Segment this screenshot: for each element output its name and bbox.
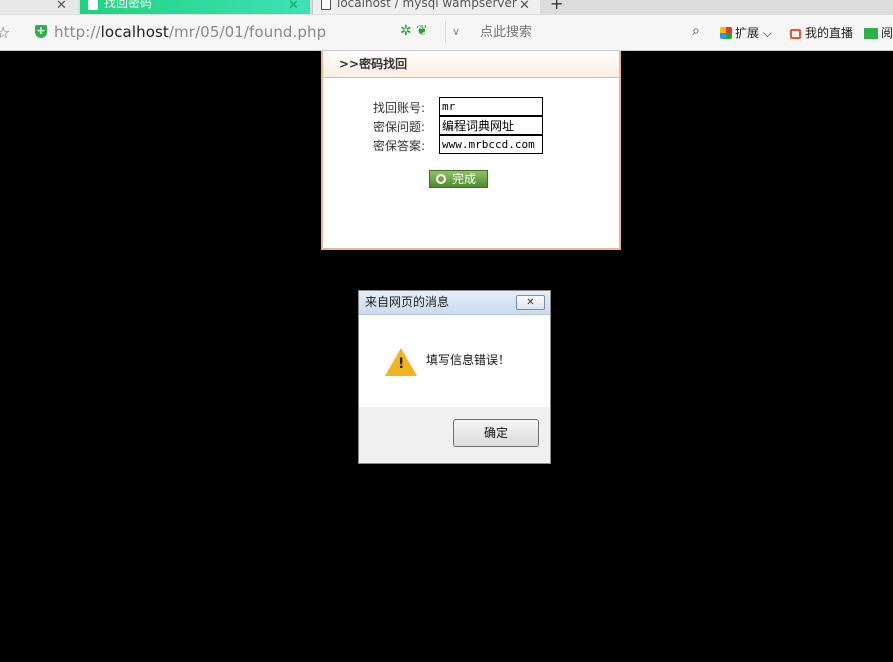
browser-toolbar: ☆ + http://localhost/mr/05/01/found.php … [0, 15, 893, 51]
extensions-label: 扩展 [735, 26, 760, 40]
question-label: 密保问题: [373, 120, 426, 134]
url-scheme: http:// [54, 23, 101, 41]
url-host: localhost [100, 23, 169, 41]
answer-label: 密保答案: [373, 139, 426, 153]
address-bar[interactable]: http://localhost/mr/05/01/found.php [54, 23, 326, 41]
live-label: 我的直播 [805, 26, 854, 40]
book-icon [864, 28, 878, 39]
dialog-body: ! 填写信息错误！ [359, 315, 550, 407]
close-icon[interactable]: ✕ [288, 0, 299, 14]
page-icon [321, 0, 331, 10]
warning-icon: ! [385, 348, 417, 376]
tab-phpmyadmin[interactable]: localhost / mysql wampserver ✕ [312, 0, 540, 14]
account-label: 找回账号: [373, 101, 426, 115]
submit-button[interactable]: 完成 [429, 170, 488, 188]
alert-dialog: 来自网页的消息 ✕ ! 填写信息错误！ 确定 [358, 290, 551, 464]
tab-title: localhost / mysql wampserver [337, 0, 517, 10]
search-input[interactable] [470, 21, 685, 43]
chevron-down-icon: ⌵ [762, 26, 772, 40]
new-tab-button[interactable]: + [550, 0, 563, 13]
extensions-button[interactable]: 扩展 ⌵ [720, 24, 772, 41]
circle-icon [436, 174, 446, 184]
reload-icon[interactable]: ✲ ❦ [400, 23, 428, 39]
tv-icon [790, 29, 801, 39]
extensions-icon [720, 27, 732, 39]
ok-button[interactable]: 确定 [453, 419, 539, 447]
answer-input[interactable] [439, 135, 543, 154]
chevron-down-icon[interactable]: ∨ [445, 21, 466, 43]
shield-icon[interactable]: + [35, 25, 47, 38]
tab-strip: ✕ 找回密码 ✕ localhost / mysql wampserver ✕ … [0, 0, 893, 15]
live-button[interactable]: 我的直播 [790, 24, 853, 41]
submit-label: 完成 [452, 172, 477, 186]
reader-label: 阅 [881, 26, 893, 40]
close-icon[interactable]: ✕ [519, 0, 530, 14]
dialog-message: 填写信息错误！ [426, 353, 511, 367]
tab-previous[interactable]: ✕ [0, 0, 78, 14]
tab-found-password[interactable]: 找回密码 ✕ [80, 0, 310, 14]
url-path: /mr/05/01/found.php [168, 23, 327, 41]
account-input[interactable] [439, 97, 543, 116]
question-input[interactable] [439, 116, 543, 135]
page-icon [88, 0, 98, 10]
reader-button[interactable]: 阅 [864, 24, 893, 41]
panel-title: >>密码找回 [323, 51, 619, 78]
search-icon[interactable]: ⌕ [692, 23, 700, 39]
search-box: ⌕ [470, 21, 710, 43]
dialog-close-button[interactable]: ✕ [516, 295, 545, 310]
dialog-footer: 确定 [359, 407, 550, 463]
password-recovery-panel: >>密码找回 找回账号: 密保问题: 密保答案: 完成 [321, 51, 621, 250]
tab-title: 找回密码 [104, 0, 153, 10]
star-icon[interactable]: ☆ [0, 23, 10, 42]
close-icon[interactable]: ✕ [56, 0, 67, 14]
